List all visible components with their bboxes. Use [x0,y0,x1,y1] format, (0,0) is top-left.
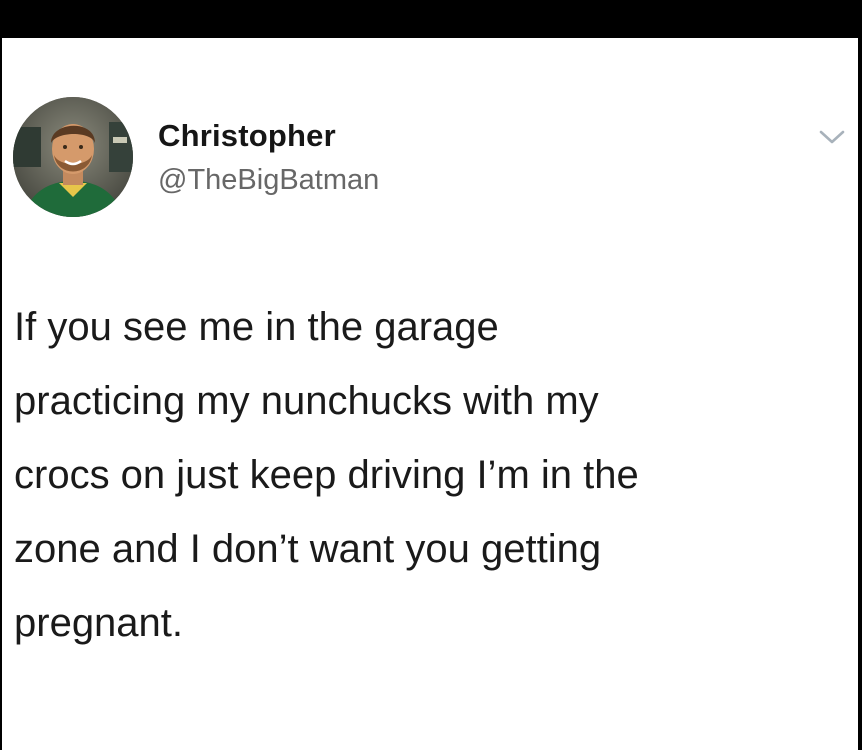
tweet-text-line: pregnant. [14,601,184,645]
tweet-text-line: practicing my nunchucks with my [14,379,599,423]
author-display-name[interactable]: Christopher [158,118,336,154]
chevron-down-icon[interactable] [818,126,846,146]
profile-photo-icon [13,97,133,217]
screenshot-frame: Christopher @TheBigBatman If you see me … [0,0,862,750]
tweet-text-line: zone and I don’t want you getting [14,527,602,571]
tweet-text-line: crocs on just keep driving I’m in the [14,453,639,497]
author-handle[interactable]: @TheBigBatman [158,163,379,197]
avatar[interactable] [13,97,133,217]
tweet-text: If you see me in the garage practicing m… [14,290,834,660]
top-black-bar [0,0,862,38]
tweet-text-line: If you see me in the garage [14,305,499,349]
